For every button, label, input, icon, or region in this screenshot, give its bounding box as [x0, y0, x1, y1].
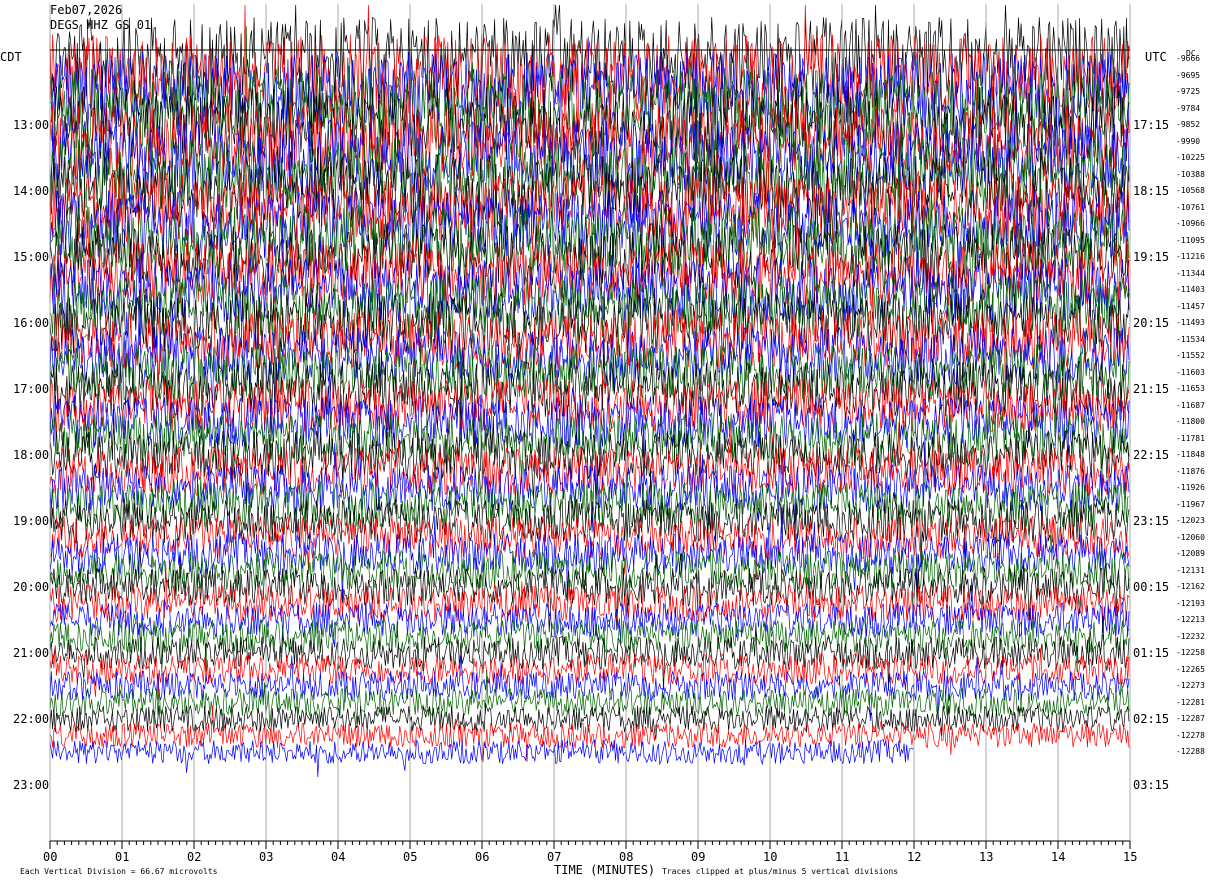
x-tick-label: 02	[187, 850, 202, 864]
dc-offset-label: -12288	[1176, 747, 1205, 756]
x-tick-label: 09	[691, 850, 706, 864]
dc-offset-label: -11967	[1176, 499, 1205, 509]
x-tick-label: 10	[763, 850, 778, 864]
x-tick-label: 11	[835, 850, 850, 864]
dc-offset-label: -11457	[1176, 301, 1205, 311]
x-tick-label: 13	[979, 850, 994, 864]
cdt-hour-label: 15:00	[13, 250, 50, 264]
dc-offset-label: -10225	[1176, 153, 1205, 162]
dc-offset-label: -10568	[1176, 186, 1205, 195]
dc-offset-label: -12281	[1176, 697, 1205, 707]
x-tick-label: 05	[403, 850, 418, 864]
dc-offset-label: -10761	[1176, 202, 1205, 212]
dc-offset-label: -9666	[1176, 54, 1201, 63]
scale-note: Each Vertical Division = 66.67 microvolt…	[20, 867, 218, 876]
dc-offset-label: -10388	[1176, 169, 1205, 179]
dc-offset-label: -11344	[1176, 268, 1205, 278]
dc-offset-label: -11687	[1176, 400, 1205, 410]
utc-hour-label: 03:15	[1133, 778, 1170, 792]
dc-offset-label: -9852	[1176, 120, 1201, 129]
utc-hour-label: 22:15	[1133, 448, 1170, 462]
utc-hour-label: 01:15	[1133, 646, 1170, 660]
cdt-hour-label: 20:00	[13, 580, 50, 594]
dc-offset-label: -11800	[1176, 417, 1205, 426]
dc-offset-label: -12193	[1176, 598, 1205, 608]
dc-offset-label: -11216	[1176, 252, 1205, 261]
dc-offset-label: -11876	[1176, 466, 1205, 476]
x-tick-label: 01	[115, 850, 130, 864]
x-axis-label: TIME (MINUTES)	[554, 863, 656, 877]
dc-offset-label: -12023	[1176, 516, 1205, 525]
dc-offset-label: -11534	[1176, 334, 1205, 344]
dc-offset-label: -11781	[1176, 433, 1205, 443]
x-tick-label: 04	[331, 850, 346, 864]
dc-offset-label: -12273	[1176, 681, 1205, 690]
dc-offset-label: -12162	[1176, 582, 1205, 591]
utc-hour-label: 00:15	[1133, 580, 1170, 594]
seismogram-traces	[49, 4, 1130, 778]
chart-date-title: Feb07,2026	[50, 3, 123, 17]
x-tick-label: 14	[1051, 850, 1066, 864]
trace-line	[49, 507, 1130, 602]
x-tick-label: 15	[1123, 850, 1138, 864]
utc-hour-label: 21:15	[1133, 382, 1170, 396]
x-tick-label: 08	[619, 850, 634, 864]
dc-offset-label: -9784	[1176, 103, 1201, 113]
cdt-hour-label: 18:00	[13, 448, 50, 462]
seismogram-plot	[49, 4, 1131, 849]
cdt-hour-label: 17:00	[13, 382, 50, 396]
clip-note: Traces clipped at plus/minus 5 vertical …	[662, 867, 899, 876]
x-tick-label: 06	[475, 850, 490, 864]
dc-offset-label: -11603	[1176, 367, 1205, 377]
dc-offset-label: -12232	[1176, 631, 1205, 641]
dc-offset-label: -11926	[1176, 483, 1205, 492]
dc-offset-label: -11653	[1176, 384, 1205, 393]
dc-offset-label: -12089	[1176, 549, 1205, 558]
dc-offset-label: -11095	[1176, 235, 1205, 245]
dc-offset-label: -9725	[1176, 87, 1201, 96]
dc-offset-label: -11552	[1176, 351, 1205, 360]
dc-offset-label: -9990	[1176, 136, 1201, 146]
utc-hour-label: 23:15	[1133, 514, 1170, 528]
dc-offset-label: -12213	[1176, 615, 1205, 624]
dc-offset-label: -12287	[1176, 714, 1205, 723]
utc-hour-label: 19:15	[1133, 250, 1170, 264]
cdt-hour-label: 23:00	[13, 778, 50, 792]
dc-offset-label: -12278	[1176, 730, 1205, 740]
dc-offset-label: -12258	[1176, 648, 1205, 657]
cdt-hour-label: 21:00	[13, 646, 50, 660]
cdt-hour-label: 14:00	[13, 184, 50, 198]
dc-offset-label: -10966	[1176, 219, 1205, 228]
cdt-hour-label: 22:00	[13, 712, 50, 726]
dc-offset-label: -12265	[1176, 664, 1205, 674]
utc-hour-label: 02:15	[1133, 712, 1170, 726]
utc-hour-label: 20:15	[1133, 316, 1170, 330]
left-timezone-label: CDT	[0, 50, 22, 64]
dc-offset-label: -12131	[1176, 565, 1205, 575]
station-label: DEGS HHZ GS 01	[50, 18, 152, 32]
dc-offset-label: -11403	[1176, 285, 1205, 294]
trace-line	[49, 655, 1130, 722]
right-timezone-label: UTC	[1145, 50, 1167, 64]
dc-offset-label: -9695	[1176, 70, 1201, 80]
dc-offset-label: -11493	[1176, 318, 1205, 327]
x-tick-label: 03	[259, 850, 274, 864]
dc-offset-label: -12060	[1176, 532, 1205, 542]
x-tick-label: 07	[547, 850, 562, 864]
utc-hour-label: 18:15	[1133, 184, 1170, 198]
x-tick-label: 00	[43, 850, 58, 864]
utc-hour-label: 17:15	[1133, 118, 1170, 132]
x-tick-label: 12	[907, 850, 922, 864]
dc-offset-label: -11848	[1176, 450, 1205, 459]
cdt-hour-label: 13:00	[13, 118, 50, 132]
cdt-hour-label: 16:00	[13, 316, 50, 330]
cdt-hour-label: 19:00	[13, 514, 50, 528]
time-axis	[49, 840, 1131, 849]
